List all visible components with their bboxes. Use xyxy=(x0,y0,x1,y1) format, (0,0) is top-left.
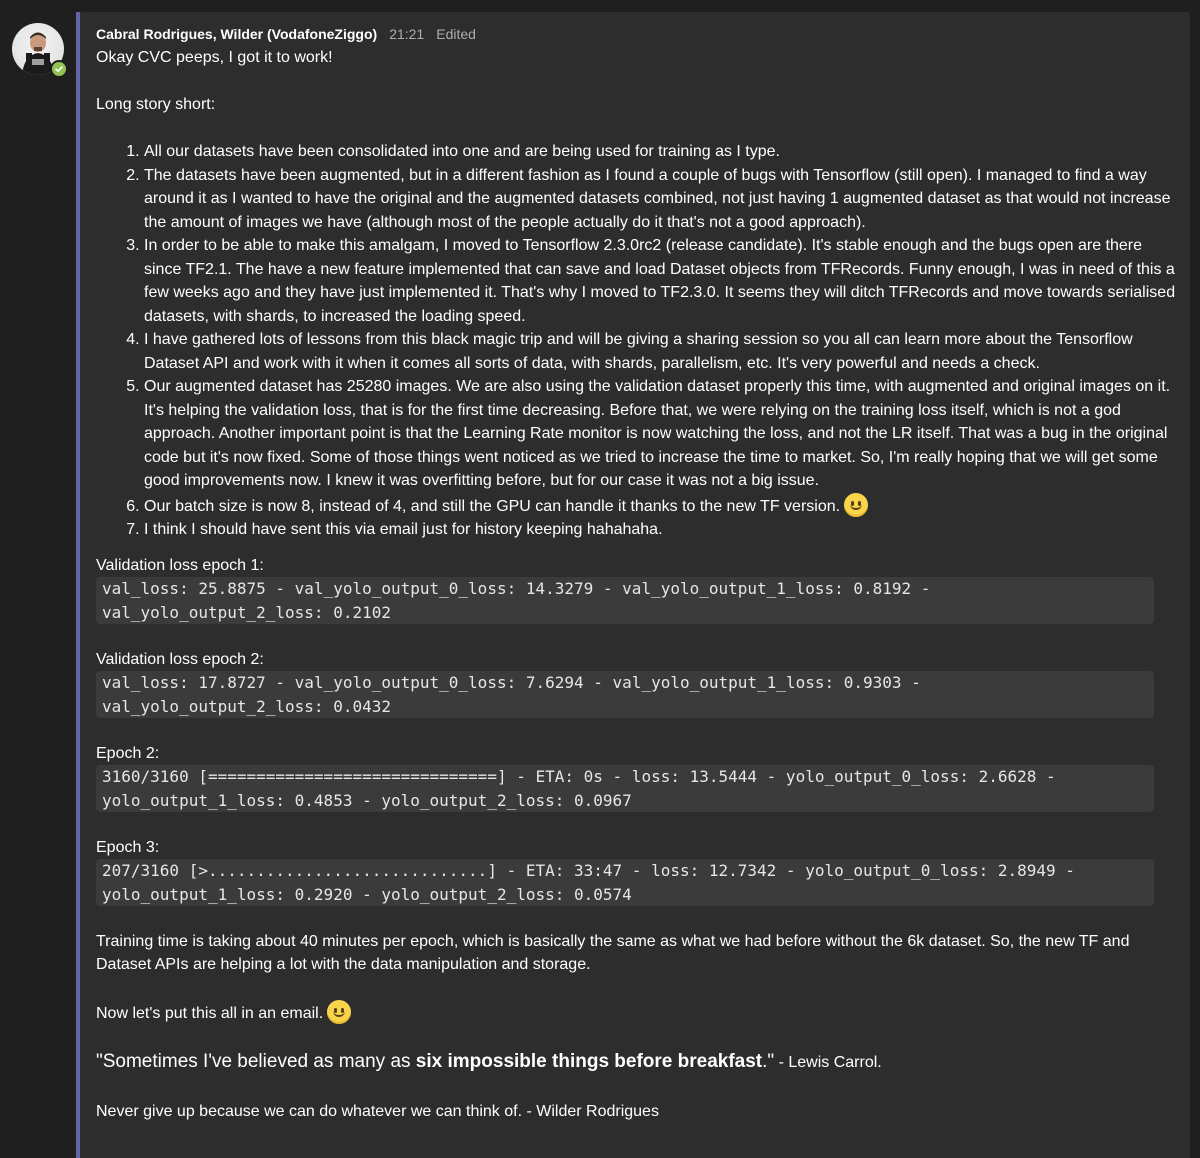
list-item: I think I should have sent this via emai… xyxy=(144,518,1176,542)
message-card[interactable]: Cabral Rodrigues, Wilder (VodafoneZiggo)… xyxy=(80,12,1190,1158)
message-body: Okay CVC peeps, I got it to work! Long s… xyxy=(96,46,1176,1123)
smiling-face-emoji-icon xyxy=(327,1000,352,1024)
long-story-text: Long story short: xyxy=(96,96,216,113)
list-item: In order to be able to make this amalgam… xyxy=(144,234,1176,328)
list-item: I have gathered lots of lessons from thi… xyxy=(144,328,1176,375)
checkmark-icon xyxy=(55,66,63,72)
message-timestamp[interactable]: 21:21 xyxy=(389,26,424,42)
intro-text: Okay CVC peeps, I got it to work! xyxy=(96,49,333,66)
points-list: All our datasets have been consolidated … xyxy=(96,140,1176,542)
epoch3-label: Epoch 3: xyxy=(96,838,160,856)
email-note: Now let's put this all in an email. xyxy=(96,1000,1176,1026)
list-item: The datasets have been augmented, but in… xyxy=(144,164,1176,235)
validation-epoch1-code[interactable]: val_loss: 25.8875 - val_yolo_output_0_lo… xyxy=(96,577,1154,624)
presence-available-badge xyxy=(50,60,68,78)
smiling-face-emoji-icon xyxy=(844,492,869,517)
quote-bold: six impossible things before breakfast xyxy=(415,1051,763,1072)
message-header: Cabral Rodrigues, Wilder (VodafoneZiggo)… xyxy=(96,26,1176,46)
epoch2-label: Epoch 2: xyxy=(96,744,160,762)
list-item: Our batch size is now 8, instead of 4, a… xyxy=(144,492,1176,519)
epoch2-code[interactable]: 3160/3160 [=============================… xyxy=(96,765,1154,812)
epoch3-code[interactable]: 207/3160 [>.............................… xyxy=(96,859,1154,906)
edited-indicator: Edited xyxy=(436,26,476,42)
validation-epoch2-code[interactable]: val_loss: 17.8727 - val_yolo_output_0_lo… xyxy=(96,671,1154,718)
closing-text: Never give up because we can do whatever… xyxy=(96,1102,659,1120)
validation-epoch1-label: Validation loss epoch 1: xyxy=(96,556,264,574)
chat-thread: Cabral Rodrigues, Wilder (VodafoneZiggo)… xyxy=(0,0,1200,1158)
quote-text: "Sometimes I've believed as many as six … xyxy=(96,1051,882,1072)
list-item: All our datasets have been consolidated … xyxy=(144,140,1176,164)
training-time-text: Training time is taking about 40 minutes… xyxy=(96,932,1130,974)
author-name[interactable]: Cabral Rodrigues, Wilder (VodafoneZiggo) xyxy=(96,26,377,42)
list-item: Our augmented dataset has 25280 images. … xyxy=(144,375,1176,493)
validation-epoch2-label: Validation loss epoch 2: xyxy=(96,650,264,668)
